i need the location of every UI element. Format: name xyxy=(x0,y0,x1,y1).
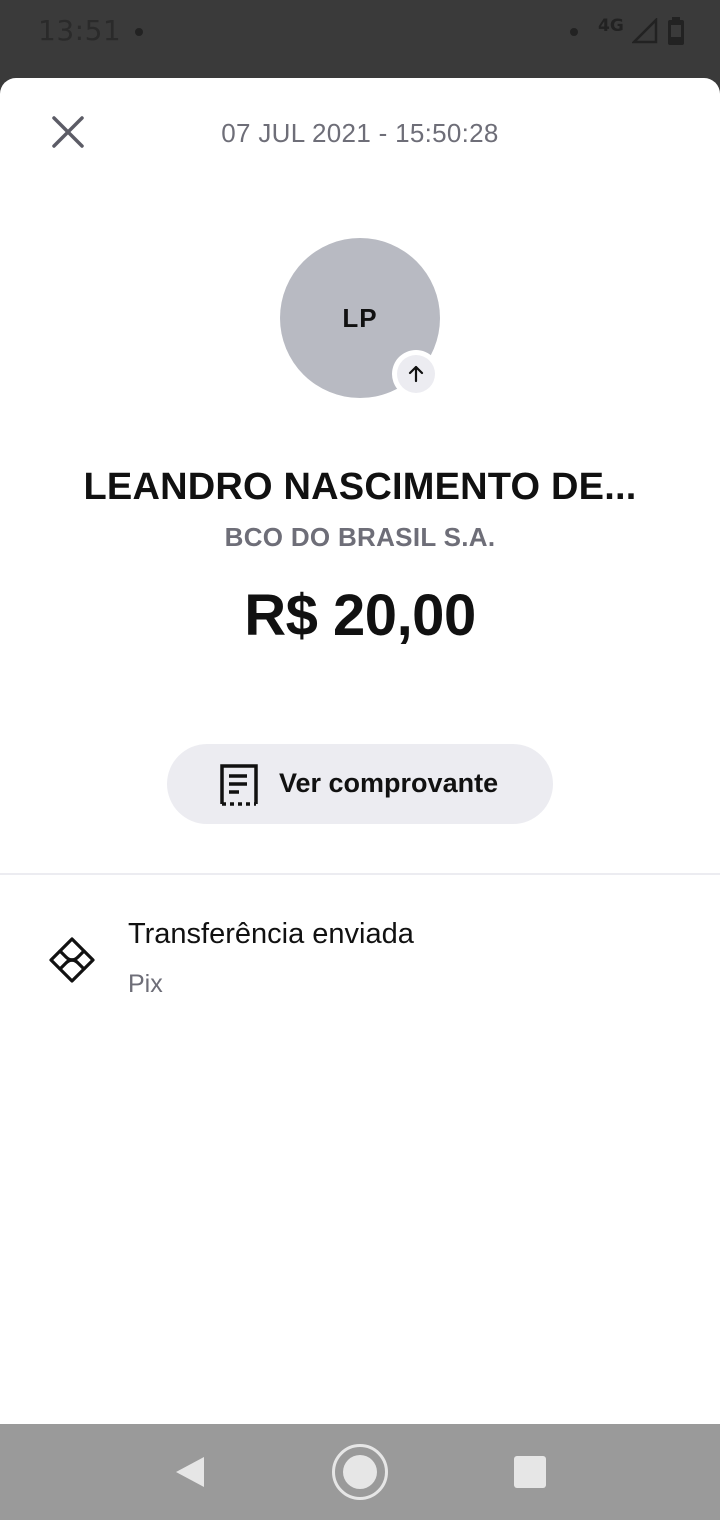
direction-badge xyxy=(392,350,440,398)
network-type: 4G xyxy=(598,16,624,36)
transaction-type-subtitle: Pix xyxy=(128,970,163,998)
recipient-name: LEANDRO NASCIMENTO DE... xyxy=(83,466,637,508)
signal-icon xyxy=(632,18,658,44)
transaction-amount: R$ 20,00 xyxy=(244,583,476,648)
recents-icon[interactable] xyxy=(514,1456,546,1488)
transaction-datetime: 07 JUL 2021 - 15:50:28 xyxy=(221,118,499,148)
transaction-type-title: Transferência enviada xyxy=(128,918,414,950)
battery-icon xyxy=(668,17,684,45)
transaction-detail-sheet: 07 JUL 2021 - 15:50:28 LP LEANDRO NASCIM… xyxy=(0,78,720,1424)
arrow-up-icon xyxy=(408,365,424,383)
avatar-initials: LP xyxy=(342,302,378,333)
divider xyxy=(0,873,720,875)
notification-dot-icon xyxy=(570,28,578,36)
system-nav-bar xyxy=(0,1424,720,1520)
notification-dot-icon xyxy=(135,28,143,36)
recipient-bank: BCO DO BRASIL S.A. xyxy=(224,522,496,552)
transaction-type-row: Transferência enviada Pix xyxy=(0,906,720,1016)
back-icon[interactable] xyxy=(172,1454,208,1490)
status-bar: 13:51 4G xyxy=(0,0,720,64)
view-receipt-label: Ver comprovante xyxy=(279,768,499,798)
view-receipt-button[interactable]: Ver comprovante xyxy=(167,744,553,824)
pix-icon xyxy=(49,937,95,983)
receipt-icon xyxy=(220,764,258,806)
home-icon[interactable] xyxy=(332,1444,388,1500)
status-time: 13:51 xyxy=(38,14,122,47)
